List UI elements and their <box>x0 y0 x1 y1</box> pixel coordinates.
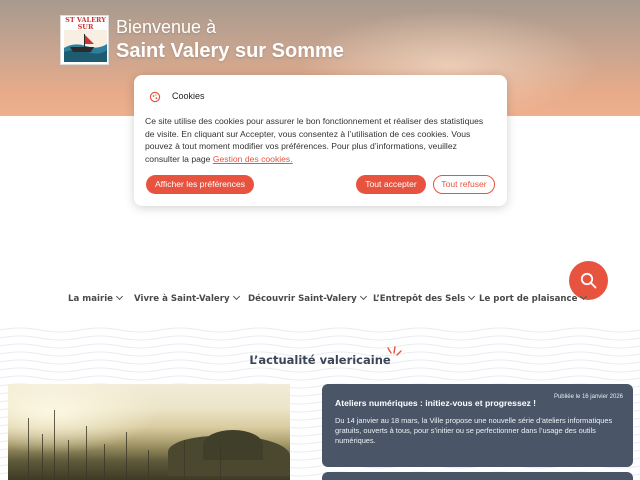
news-title[interactable]: Ateliers numériques : initiez-vous et pr… <box>335 398 536 408</box>
photo-mast <box>148 450 149 480</box>
nav-item-port[interactable]: Le port de plaisance <box>479 292 588 304</box>
nav-label: La mairie <box>68 294 113 304</box>
photo-sunlight <box>8 384 158 454</box>
next-news-card[interactable] <box>322 472 633 480</box>
cookie-title: Cookies <box>172 91 205 101</box>
nav-label: L’Entrepôt des Sels <box>373 294 466 304</box>
chevron-down-icon <box>580 292 588 301</box>
accept-all-button[interactable]: Tout accepter <box>356 175 426 194</box>
cookie-text: Ce site utilise des cookies pour assurer… <box>145 116 484 164</box>
main-navigation: La mairie Vivre à Saint-Valery Découvrir… <box>0 292 640 312</box>
cookie-icon <box>149 91 161 103</box>
nav-item-decouvrir[interactable]: Découvrir Saint-Valery <box>248 292 367 304</box>
search-icon <box>580 272 597 289</box>
photo-mast <box>68 440 69 480</box>
hero-title: Bienvenue à Saint Valery sur Somme <box>116 16 344 64</box>
photo-mast <box>104 444 105 480</box>
photo-mast <box>126 432 127 480</box>
news-summary: Du 14 janvier au 18 mars, la Ville propo… <box>335 416 613 445</box>
nav-label: Vivre à Saint-Valery <box>134 294 230 304</box>
chevron-down-icon <box>232 292 240 301</box>
news-card[interactable]: Publiée le 16 janvier 2026 Ateliers numé… <box>322 384 633 467</box>
town-logo[interactable]: ST VALERY SUR SOMME <box>60 15 109 65</box>
photo-mast <box>184 440 185 480</box>
nav-item-entrepot[interactable]: L’Entrepôt des Sels <box>373 292 476 304</box>
cookie-policy-link[interactable]: Gestion des cookies. <box>213 154 293 164</box>
logo-emblem-icon <box>64 30 107 62</box>
town-name: Saint Valery sur Somme <box>116 40 344 62</box>
cookie-description: Ce site utilise des cookies pour assurer… <box>145 115 490 165</box>
chevron-down-icon <box>468 292 476 301</box>
photo-mast <box>54 410 55 480</box>
news-section-title: L’actualité valericaine <box>249 353 391 367</box>
photo-mast <box>28 418 29 480</box>
nav-item-mairie[interactable]: La mairie <box>68 292 124 304</box>
show-preferences-button[interactable]: Afficher les préférences <box>146 175 254 194</box>
news-photo[interactable] <box>8 384 290 480</box>
chevron-down-icon <box>115 292 124 301</box>
news-date: Publiée le 16 janvier 2026 <box>553 394 623 400</box>
photo-mast <box>42 434 43 480</box>
nav-item-vivre[interactable]: Vivre à Saint-Valery <box>134 292 240 304</box>
chevron-down-icon <box>359 292 367 301</box>
cookie-banner: Cookies Ce site utilise des cookies pour… <box>134 75 507 206</box>
photo-mast <box>220 446 221 480</box>
welcome-text: Bienvenue à <box>116 17 217 37</box>
nav-label: Découvrir Saint-Valery <box>248 294 357 304</box>
refuse-all-button[interactable]: Tout refuser <box>433 175 495 194</box>
photo-mast <box>86 426 87 480</box>
nav-label: Le port de plaisance <box>479 294 578 304</box>
photo-trees <box>203 430 263 460</box>
sparkle-decoration-icon <box>387 346 402 356</box>
